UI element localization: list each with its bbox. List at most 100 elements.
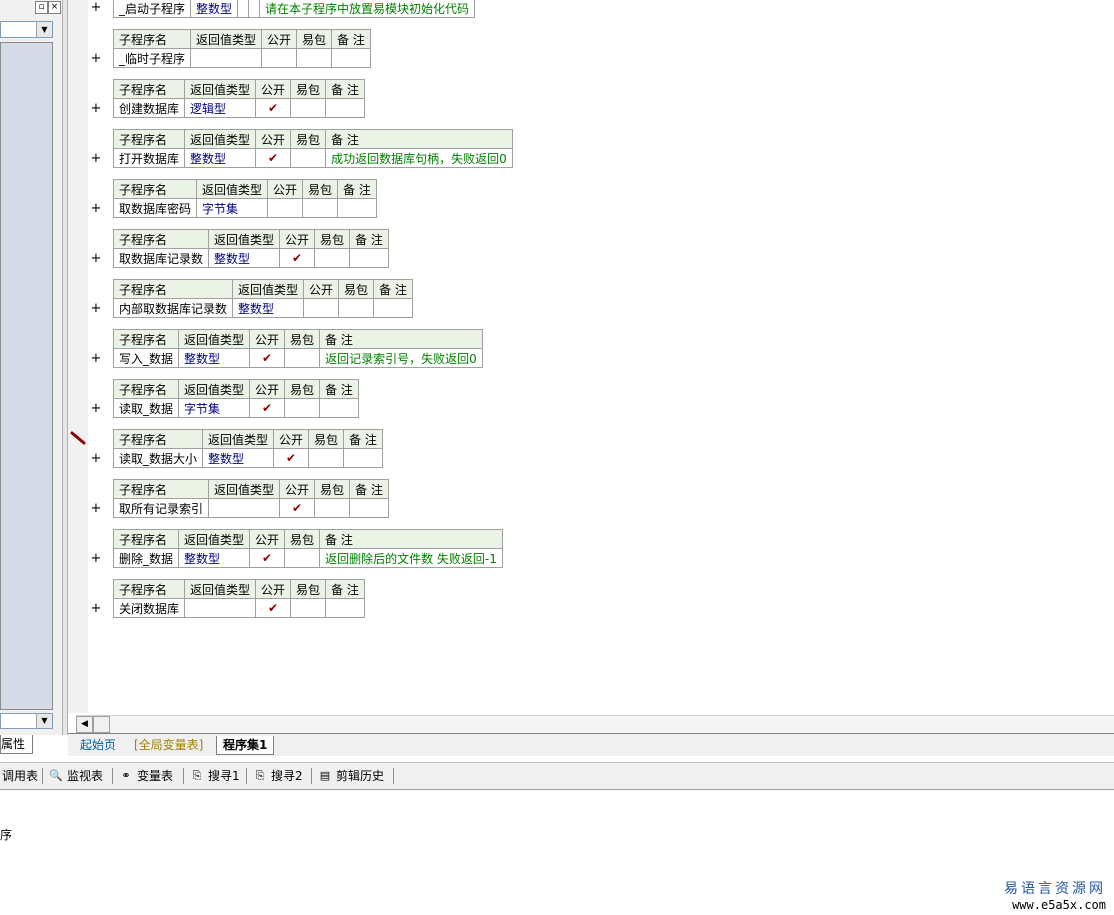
close-icon[interactable]: × bbox=[48, 1, 61, 14]
expand-plus-icon[interactable]: + bbox=[90, 152, 102, 166]
expand-plus-icon[interactable]: + bbox=[90, 302, 102, 316]
cell-easy[interactable] bbox=[290, 98, 327, 118]
cell-public[interactable] bbox=[261, 48, 298, 68]
table-row[interactable]: 读取_数据大小 整数型 ✔ bbox=[112, 448, 383, 468]
cell-easy[interactable] bbox=[290, 598, 327, 618]
table-row[interactable]: 取数据库密码 字节集 bbox=[112, 198, 377, 218]
restore-icon[interactable]: ▫ bbox=[35, 1, 48, 14]
cell-name[interactable]: 内部取数据库记录数 bbox=[112, 298, 234, 318]
cell-easy[interactable] bbox=[314, 498, 351, 518]
code-editor[interactable]: + _启动子程序 整数型 请在本子程序中放置易模块初始化代码 + 子程序名 返回值类型 公开易… bbox=[88, 0, 1114, 713]
cell-type[interactable]: 整数型 bbox=[178, 548, 251, 568]
cell-type[interactable] bbox=[190, 48, 263, 68]
cell-type[interactable]: 整数型 bbox=[178, 348, 251, 368]
expand-plus-icon[interactable]: + bbox=[90, 452, 102, 466]
table-row[interactable]: _启动子程序 整数型 请在本子程序中放置易模块初始化代码 bbox=[112, 0, 476, 18]
cell-name[interactable]: _临时子程序 bbox=[112, 48, 192, 68]
cell-name[interactable]: 打开数据库 bbox=[112, 148, 186, 168]
cell-note[interactable] bbox=[325, 598, 365, 618]
cell-name[interactable]: 写入_数据 bbox=[112, 348, 180, 368]
cell-name[interactable]: 创建数据库 bbox=[112, 98, 186, 118]
cell-type[interactable]: 逻辑型 bbox=[184, 98, 257, 118]
cell-public[interactable]: ✔ bbox=[255, 148, 292, 168]
bottom-combo[interactable]: ▼ bbox=[0, 713, 53, 729]
cell-note[interactable] bbox=[343, 448, 383, 468]
table-row[interactable]: 取所有记录索引 ✔ bbox=[112, 498, 389, 518]
cell-easy[interactable] bbox=[302, 198, 339, 218]
object-combo[interactable]: ▼ bbox=[0, 21, 53, 38]
cell-name[interactable]: _启动子程序 bbox=[112, 0, 192, 18]
expand-plus-icon[interactable]: + bbox=[90, 552, 102, 566]
expand-plus-icon[interactable]: + bbox=[90, 402, 102, 416]
cell-public[interactable]: ✔ bbox=[249, 548, 286, 568]
cell-type[interactable] bbox=[208, 498, 281, 518]
table-row[interactable]: 创建数据库 逻辑型 ✔ bbox=[112, 98, 365, 118]
cell-easy[interactable] bbox=[290, 148, 327, 168]
cell-type[interactable]: 整数型 bbox=[232, 298, 305, 318]
cell-note[interactable]: 成功返回数据库句柄，失败返回0 bbox=[325, 148, 513, 168]
cell-public[interactable]: ✔ bbox=[255, 598, 292, 618]
cell-type[interactable]: 字节集 bbox=[178, 398, 251, 418]
tab-start-page[interactable]: 起始页 bbox=[74, 736, 122, 754]
monitor-button[interactable]: 🔍 监视表 bbox=[49, 767, 103, 785]
cell-name[interactable]: 关闭数据库 bbox=[112, 598, 186, 618]
expand-plus-icon[interactable]: + bbox=[90, 102, 102, 116]
cell-type[interactable]: 整数型 bbox=[190, 0, 239, 18]
cell-name[interactable]: 读取_数据 bbox=[112, 398, 180, 418]
horizontal-scrollbar[interactable]: ◀ bbox=[76, 715, 1114, 733]
expand-plus-icon[interactable]: + bbox=[90, 252, 102, 266]
cell-public[interactable] bbox=[237, 0, 250, 18]
cell-note[interactable]: 返回记录索引号，失败返回0 bbox=[319, 348, 483, 368]
cell-public[interactable]: ✔ bbox=[273, 448, 310, 468]
property-list[interactable] bbox=[0, 42, 53, 710]
expand-plus-icon[interactable]: + bbox=[90, 602, 102, 616]
tab-global-vars[interactable]: [全局变量表] bbox=[128, 736, 209, 754]
vars-button[interactable]: ⚭ 变量表 bbox=[119, 767, 173, 785]
search2-button[interactable]: ⎘ 搜寻2 bbox=[253, 767, 303, 785]
cell-name[interactable]: 删除_数据 bbox=[112, 548, 180, 568]
cell-type[interactable]: 整数型 bbox=[184, 148, 257, 168]
cell-note[interactable] bbox=[337, 198, 377, 218]
table-row[interactable]: 取数据库记录数 整数型 ✔ bbox=[112, 248, 389, 268]
cell-note[interactable] bbox=[349, 248, 389, 268]
cell-name[interactable]: 读取_数据大小 bbox=[112, 448, 204, 468]
cell-type[interactable]: 字节集 bbox=[196, 198, 269, 218]
cell-name[interactable]: 取数据库记录数 bbox=[112, 248, 210, 268]
cell-easy[interactable] bbox=[314, 248, 351, 268]
cell-type[interactable]: 整数型 bbox=[208, 248, 281, 268]
cell-easy[interactable] bbox=[248, 0, 261, 18]
cell-public[interactable] bbox=[303, 298, 340, 318]
cell-easy[interactable] bbox=[284, 548, 321, 568]
cell-public[interactable]: ✔ bbox=[249, 398, 286, 418]
cell-note[interactable]: 请在本子程序中放置易模块初始化代码 bbox=[259, 0, 476, 18]
search1-button[interactable]: ⎘ 搜寻1 bbox=[190, 767, 240, 785]
cell-note[interactable] bbox=[349, 498, 389, 518]
cell-public[interactable]: ✔ bbox=[255, 98, 292, 118]
cell-public[interactable]: ✔ bbox=[279, 498, 316, 518]
cell-easy[interactable] bbox=[338, 298, 375, 318]
expand-plus-icon[interactable]: + bbox=[90, 352, 102, 366]
cell-easy[interactable] bbox=[284, 398, 321, 418]
expand-plus-icon[interactable]: + bbox=[90, 202, 102, 216]
cell-public[interactable]: ✔ bbox=[279, 248, 316, 268]
scroll-thumb[interactable] bbox=[93, 716, 110, 733]
table-row[interactable]: 读取_数据 字节集 ✔ bbox=[112, 398, 359, 418]
cell-note[interactable] bbox=[325, 98, 365, 118]
cell-note[interactable] bbox=[373, 298, 413, 318]
table-row[interactable]: 打开数据库 整数型 ✔ 成功返回数据库句柄，失败返回0 bbox=[112, 148, 513, 168]
table-row[interactable]: 内部取数据库记录数 整数型 bbox=[112, 298, 413, 318]
cell-easy[interactable] bbox=[308, 448, 345, 468]
cell-public[interactable]: ✔ bbox=[249, 348, 286, 368]
cell-type[interactable]: 整数型 bbox=[202, 448, 275, 468]
table-row[interactable]: 删除_数据 整数型 ✔ 返回删除后的文件数 失败返回-1 bbox=[112, 548, 503, 568]
cell-note[interactable]: 返回删除后的文件数 失败返回-1 bbox=[319, 548, 503, 568]
chevron-down-icon[interactable]: ▼ bbox=[36, 22, 52, 37]
cell-public[interactable] bbox=[267, 198, 304, 218]
scroll-left-icon[interactable]: ◀ bbox=[76, 716, 93, 733]
chevron-down-icon[interactable]: ▼ bbox=[36, 714, 52, 728]
tab-program-set[interactable]: 程序集1 bbox=[216, 736, 275, 755]
cell-note[interactable] bbox=[319, 398, 359, 418]
cell-name[interactable]: 取数据库密码 bbox=[112, 198, 198, 218]
expand-plus-icon[interactable]: + bbox=[90, 1, 102, 15]
cell-easy[interactable] bbox=[284, 348, 321, 368]
